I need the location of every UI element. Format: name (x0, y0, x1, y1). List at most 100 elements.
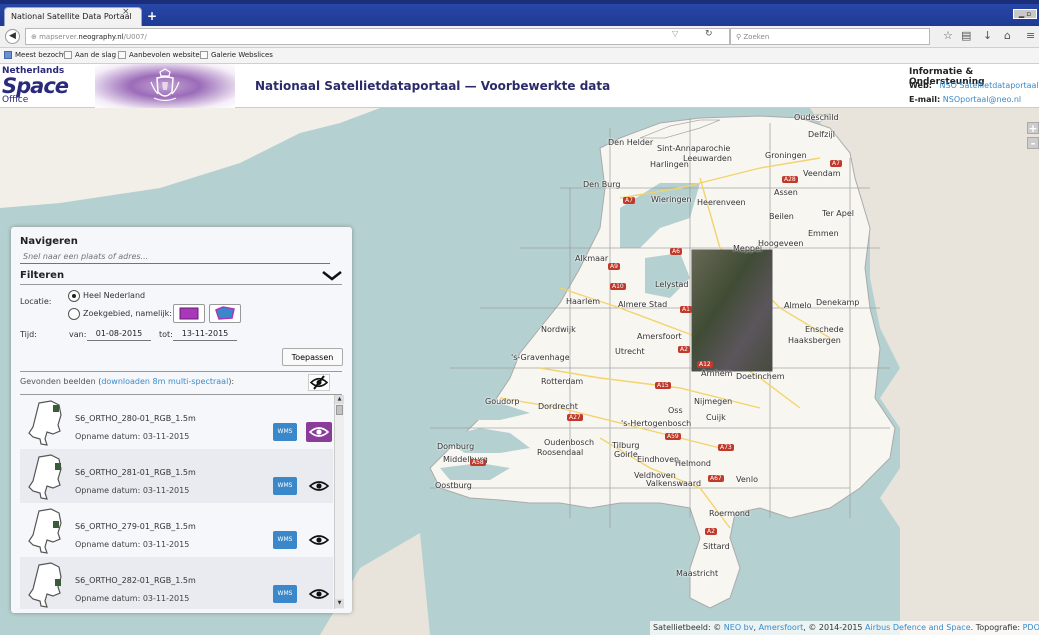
eye-icon (309, 589, 329, 599)
road-shield: A7 (623, 197, 635, 204)
road-shield: A59 (665, 433, 681, 440)
city-label: Doetinchem (736, 372, 785, 381)
city-label: Roosendaal (537, 448, 584, 457)
radio-search-area[interactable] (68, 308, 80, 320)
list-item[interactable]: S6_ORTHO_279-01_RGB_1.5m Opname datum: 03… (20, 503, 333, 557)
scroll-down-icon[interactable]: ▼ (335, 599, 344, 608)
city-label: Cuijk (706, 413, 726, 422)
radio-search-area-label: Zoekgebied, namelijk: (83, 309, 172, 318)
hide-all-button[interactable] (308, 374, 330, 391)
road-shield: A10 (610, 283, 626, 290)
attribution-link-pdok[interactable]: PDOK (1023, 623, 1039, 632)
city-label: Oostburg (435, 481, 472, 490)
back-arrow-icon[interactable]: ◀ (5, 29, 20, 44)
city-label: Harlingen (650, 160, 689, 169)
results-list[interactable]: S6_ORTHO_280-01_RGB_1.5m Opname datum: 03… (20, 395, 333, 609)
new-tab-button[interactable]: + (147, 9, 157, 23)
bookmark-most-visited[interactable]: Meest bezocht (4, 51, 66, 59)
city-label: Domburg (437, 442, 475, 451)
toggle-visibility-button[interactable] (306, 530, 332, 550)
menu-icon[interactable]: ≡ (1026, 29, 1035, 42)
url-dropdown-icon[interactable]: ▽ (672, 29, 678, 38)
bookmark-recommended[interactable]: Aanbevolen websites (118, 51, 203, 59)
road-shield: A12 (697, 361, 713, 368)
city-label: Valkenswaard (646, 479, 702, 488)
wms-button[interactable]: WMS (273, 585, 297, 603)
scrollbar-thumb[interactable] (336, 405, 343, 415)
results-scrollbar[interactable]: ▲ ▼ (334, 395, 344, 609)
radio-whole-netherlands-label: Heel Nederland (83, 291, 146, 300)
city-label: Haarlem (566, 297, 601, 306)
netherlands-outline-icon (28, 400, 62, 446)
toggle-visibility-button[interactable] (306, 422, 332, 442)
royal-crest-icon (150, 68, 180, 102)
draw-rectangle-button[interactable] (173, 304, 205, 323)
polygon-icon (215, 306, 235, 320)
city-label: Leeuwarden (683, 154, 732, 163)
road-shield: A6 (670, 248, 682, 255)
search-input[interactable]: ⚲ Zoeken (730, 28, 930, 45)
netherlands-outline-icon (28, 454, 62, 500)
radio-whole-netherlands[interactable] (68, 290, 80, 302)
attribution-link-neo[interactable]: NEO bv (724, 623, 754, 632)
toggle-visibility-button[interactable] (306, 476, 332, 496)
city-label: Goudorp (485, 397, 520, 406)
road-shield: A9 (608, 263, 620, 270)
city-label: Den Helder (608, 138, 654, 147)
road-shield: A28 (782, 176, 798, 183)
city-label: Enschede (805, 325, 844, 334)
home-icon[interactable]: ⌂ (1004, 29, 1011, 42)
email-link[interactable]: NSOportaal@neo.nl (943, 95, 1021, 104)
web-link[interactable]: NSO Satellietdataportaal (940, 81, 1039, 90)
wms-button[interactable]: WMS (273, 423, 297, 441)
download-multispectral-link[interactable]: downloaden 8m multi-spectraal (101, 377, 228, 386)
address-search-input[interactable] (20, 249, 330, 264)
chevron-down-icon[interactable] (321, 271, 343, 281)
clipboard-icon[interactable]: ▤ (961, 29, 971, 42)
city-label: Dordrecht (538, 402, 578, 411)
apply-button[interactable]: Toepassen (282, 348, 343, 366)
tab-close-icon[interactable]: × (122, 7, 130, 17)
bookmark-getting-started[interactable]: Aan de slag (64, 51, 116, 59)
city-label: 's-Hertogenbosch (621, 419, 692, 428)
city-label: Sint-Annaparochie (657, 144, 731, 153)
road-shield: A67 (708, 475, 724, 482)
image-name: S6_ORTHO_279-01_RGB_1.5m (75, 522, 196, 531)
reload-icon[interactable]: ↻ (705, 29, 713, 39)
road-shield: A15 (655, 382, 671, 389)
list-item[interactable]: S6_ORTHO_282-01_RGB_1.5m Opname datum: 03… (20, 557, 333, 609)
attribution-link-city[interactable]: Amersfoort (759, 623, 804, 632)
window-controls[interactable]: ▁ ▫ (1013, 9, 1037, 19)
star-icon[interactable]: ☆ (943, 29, 953, 42)
city-label: Den Burg (583, 180, 621, 189)
bookmark-webslices[interactable]: Galerie Webslices (200, 51, 273, 59)
list-item[interactable]: S6_ORTHO_280-01_RGB_1.5m Opname datum: 03… (20, 395, 333, 449)
page-icon (200, 51, 208, 59)
logo-text-office: Office (2, 95, 29, 105)
zoom-in-button[interactable]: + (1027, 122, 1039, 134)
wms-button[interactable]: WMS (273, 477, 297, 495)
scroll-up-icon[interactable]: ▲ (335, 395, 344, 404)
wms-button[interactable]: WMS (273, 531, 297, 549)
city-label: Veendam (803, 169, 841, 178)
tab-bar: National Satellite Data Portaal × + ▁ ▫ (0, 4, 1039, 26)
city-label: Wieringen (651, 195, 692, 204)
city-label: Venlo (736, 475, 758, 484)
download-icon[interactable]: ↓ (983, 29, 992, 42)
date-to-input[interactable] (173, 327, 237, 341)
image-date: Opname datum: 03-11-2015 (75, 594, 190, 603)
draw-polygon-button[interactable] (209, 304, 241, 323)
url-bar[interactable]: ⊕ mapserver.neography.nl/U007/ (25, 28, 730, 45)
attribution-link-airbus[interactable]: Airbus Defence and Space (865, 623, 971, 632)
city-label: 's-Gravenhage (511, 353, 570, 362)
list-item[interactable]: S6_ORTHO_281-01_RGB_1.5m Opname datum: 03… (20, 449, 333, 503)
toggle-visibility-button[interactable] (306, 584, 332, 604)
to-label: tot: (159, 330, 173, 339)
location-label: Locatie: (20, 297, 52, 306)
date-from-input[interactable] (87, 327, 151, 341)
bookmarks-bar: Meest bezocht Aan de slag Aanbevolen web… (0, 48, 1039, 64)
page-icon (64, 51, 72, 59)
folder-icon (4, 51, 12, 59)
zoom-out-button[interactable]: - (1027, 137, 1039, 149)
divider (20, 284, 342, 285)
